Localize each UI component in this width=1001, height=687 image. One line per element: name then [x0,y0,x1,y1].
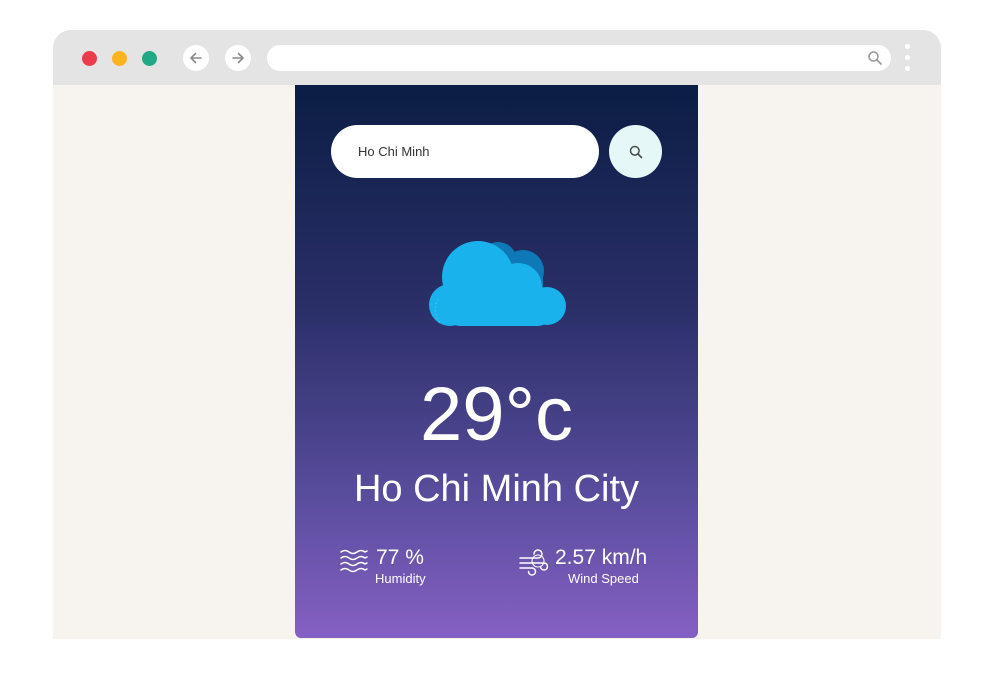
city-name: Ho Chi Minh City [353,468,640,510]
city-search-input[interactable] [331,125,599,178]
browser-window: 29°c Ho Chi Minh City 77 % Humidity [53,30,941,639]
humidity-icon [340,549,368,573]
browser-titlebar [53,30,941,85]
browser-menu-button[interactable] [905,44,911,72]
wind-speed-value: 2.57 km/h [555,546,648,569]
wind-speed-label: Wind Speed [568,571,639,586]
address-bar[interactable] [267,45,891,71]
forward-button[interactable] [225,45,251,71]
arrow-left-icon [190,52,202,64]
minimize-window-button[interactable] [112,51,127,66]
close-window-button[interactable] [82,51,97,66]
humidity-value: 77 % [376,546,424,569]
search-icon [868,51,882,65]
search-button[interactable] [609,125,662,178]
humidity-label: Humidity [375,571,426,586]
maximize-window-button[interactable] [142,51,157,66]
page-viewport: 29°c Ho Chi Minh City 77 % Humidity [53,85,941,639]
arrow-right-icon [232,52,244,64]
search-icon [629,145,642,158]
cloud-icon [429,241,566,326]
back-button[interactable] [183,45,209,71]
wind-icon [519,549,548,576]
temperature-display: 29°c [420,372,573,457]
weather-card: 29°c Ho Chi Minh City 77 % Humidity [295,85,698,638]
